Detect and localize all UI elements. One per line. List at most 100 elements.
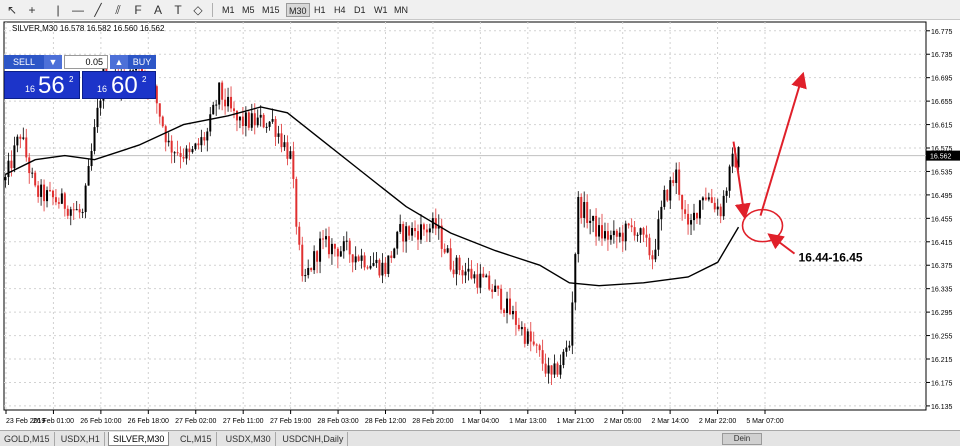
sell-price-main: 56 xyxy=(38,72,65,99)
chart-scroll-thumb[interactable]: Dein xyxy=(722,433,762,445)
timeframe-mn[interactable]: MN xyxy=(392,3,410,17)
candle-body xyxy=(268,121,271,127)
candle-body xyxy=(698,200,701,219)
toolbar-separator xyxy=(212,3,213,17)
candle-body xyxy=(485,275,488,278)
text-icon[interactable]: A xyxy=(150,2,166,18)
tab-usdx-m30[interactable]: USDX,M30 xyxy=(222,432,276,446)
candle-body xyxy=(238,116,241,121)
x-tick-label: 27 Feb 19:00 xyxy=(270,418,311,425)
timeframe-m1[interactable]: M1 xyxy=(220,3,237,17)
candle-body xyxy=(241,116,244,126)
candle-body xyxy=(595,215,598,237)
horizontal-line-icon[interactable]: — xyxy=(70,2,86,18)
tab-usdcnh-daily[interactable]: USDCNH,Daily xyxy=(278,432,349,446)
candle-body xyxy=(158,103,161,117)
timeframe-h4[interactable]: H4 xyxy=(332,3,348,17)
tab-cl-m15[interactable]: CL,M15 xyxy=(176,432,217,446)
timeframe-h1[interactable]: H1 xyxy=(312,3,328,17)
channel-icon[interactable]: ⫽ xyxy=(110,2,126,18)
candle-body xyxy=(304,275,307,277)
x-tick-label: 5 Mar 07:00 xyxy=(746,418,783,425)
candle-body xyxy=(173,152,176,154)
lot-decrease-button[interactable]: ▼ xyxy=(44,55,62,69)
timeframe-m30[interactable]: M30 xyxy=(286,3,310,17)
moving-average-line xyxy=(5,106,740,287)
text-label-icon[interactable]: T xyxy=(170,2,186,18)
fibonacci-icon[interactable]: F xyxy=(130,2,146,18)
candle-body xyxy=(253,113,256,126)
candle-body xyxy=(559,365,562,375)
candle-body xyxy=(538,345,541,351)
candle-body xyxy=(636,234,639,236)
candle-body xyxy=(458,257,461,271)
candle-body xyxy=(722,195,725,217)
candle-body xyxy=(583,202,586,218)
candle-body xyxy=(96,107,99,128)
candle-body xyxy=(494,285,497,292)
candle-body xyxy=(642,228,645,235)
candle-body xyxy=(529,331,532,342)
timeframe-m5[interactable]: M5 xyxy=(240,3,257,17)
candle-body xyxy=(28,157,31,174)
candle-body xyxy=(203,137,206,141)
candle-body xyxy=(212,104,215,115)
candle-body xyxy=(621,232,624,242)
candle-body xyxy=(428,228,431,233)
candle-body xyxy=(556,363,559,375)
candle-body xyxy=(553,363,556,375)
candle-body xyxy=(503,309,506,313)
timeframe-d1[interactable]: D1 xyxy=(352,3,368,17)
candle-body xyxy=(78,209,81,213)
candle-body xyxy=(535,344,538,346)
trendline-icon[interactable]: ╱ xyxy=(90,2,106,18)
candle-body xyxy=(336,248,339,257)
y-tick-label: 16.375 xyxy=(931,263,953,270)
candle-body xyxy=(191,149,194,153)
sell-button[interactable]: SELL xyxy=(4,55,44,69)
x-tick-label: 1 Mar 04:00 xyxy=(462,418,499,425)
sell-price-box[interactable]: 16 56 2 xyxy=(4,71,80,99)
crosshair-icon[interactable]: + xyxy=(24,2,40,18)
timeframe-m15[interactable]: M15 xyxy=(260,3,282,17)
candle-body xyxy=(375,259,378,264)
tab-usdx-h1[interactable]: USDX,H1 xyxy=(57,432,105,446)
candle-body xyxy=(713,202,716,210)
vertical-line-icon[interactable]: | xyxy=(50,2,66,18)
candle-body xyxy=(701,197,704,201)
candle-body xyxy=(639,228,642,235)
tab-silver-m30[interactable]: SILVER,M30 xyxy=(108,432,170,446)
candle-body xyxy=(72,209,75,211)
candle-body xyxy=(399,224,402,232)
lot-increase-button[interactable]: ▲ xyxy=(110,55,128,69)
y-tick-label: 16.335 xyxy=(931,287,953,294)
cursor-icon[interactable]: ↖ xyxy=(4,2,20,18)
candle-body xyxy=(215,104,218,106)
candle-body xyxy=(366,267,369,269)
lot-size-field[interactable]: 0.05 xyxy=(64,55,108,69)
shapes-icon[interactable]: ◇ xyxy=(190,2,206,18)
candle-body xyxy=(197,143,200,146)
buy-button[interactable]: BUY xyxy=(128,55,156,69)
candle-body xyxy=(562,351,565,366)
candle-body xyxy=(235,110,238,121)
price-chart[interactable]: 16.44-16.45 16.775 16.735 16.695 16.655 16.6… xyxy=(0,20,960,430)
candle-body xyxy=(725,190,728,196)
candle-body xyxy=(402,224,405,242)
candle-body xyxy=(247,112,250,128)
candle-body xyxy=(22,137,25,139)
support-circle-annotation xyxy=(741,208,784,243)
candle-body xyxy=(292,151,295,179)
tab-gold-m15[interactable]: GOLD,M15 xyxy=(0,432,55,446)
candle-body xyxy=(230,96,233,109)
candle-body xyxy=(601,225,603,239)
timeframe-w1[interactable]: W1 xyxy=(372,3,390,17)
buy-price-box[interactable]: 16 60 2 xyxy=(82,71,156,99)
candle-body xyxy=(666,189,669,201)
x-tick-label: 1 Mar 13:00 xyxy=(509,418,546,425)
candle-body xyxy=(598,225,601,237)
candle-body xyxy=(81,212,84,214)
candle-body xyxy=(663,189,666,207)
candle-body xyxy=(310,267,313,271)
candle-body xyxy=(369,265,372,269)
